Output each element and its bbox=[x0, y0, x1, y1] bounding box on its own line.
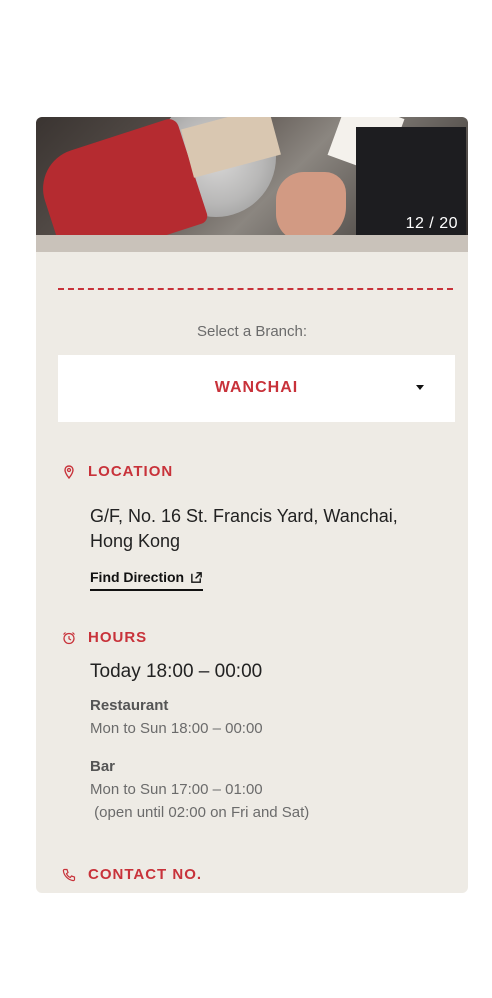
branch-card: 12 / 20 Select a Branch: WANCHAI LOCATIO… bbox=[36, 117, 468, 893]
branch-dropdown[interactable]: WANCHAI bbox=[58, 355, 455, 422]
address-line-1: G/F, No. 16 St. Francis Yard, Wanchai, bbox=[90, 506, 398, 526]
bar-note: (open until 02:00 on Fri and Sat) bbox=[90, 804, 310, 821]
photo-hand bbox=[276, 172, 346, 242]
photo-shirt bbox=[356, 127, 466, 252]
location-heading: LOCATION bbox=[62, 463, 173, 480]
address-line-2: Hong Kong bbox=[90, 531, 181, 551]
find-direction-link[interactable]: Find Direction bbox=[90, 569, 204, 591]
caret-down-icon bbox=[416, 385, 424, 390]
bar-hours: Mon to Sun 17:00 – 01:00 bbox=[90, 781, 263, 798]
contact-heading-text: CONTACT NO. bbox=[88, 866, 203, 883]
hours-heading-text: HOURS bbox=[88, 629, 148, 646]
branch-selected-value: WANCHAI bbox=[214, 379, 299, 396]
location-heading-text: LOCATION bbox=[88, 463, 174, 480]
phone-icon bbox=[62, 868, 76, 881]
branch-select-label: Select a Branch: bbox=[196, 323, 308, 340]
find-direction-label: Find Direction bbox=[90, 569, 185, 585]
restaurant-hours: Mon to Sun 18:00 – 00:00 bbox=[90, 720, 263, 737]
dotted-divider bbox=[58, 288, 453, 290]
restaurant-title: Restaurant bbox=[90, 697, 169, 714]
gallery-counter: 12 / 20 bbox=[405, 215, 458, 232]
gallery-photo[interactable]: 12 / 20 bbox=[36, 117, 468, 252]
photo-board bbox=[36, 235, 468, 252]
address: G/F, No. 16 St. Francis Yard, Wanchai, H… bbox=[90, 504, 430, 554]
alarm-clock-icon bbox=[63, 631, 75, 644]
contact-heading: CONTACT NO. bbox=[62, 866, 202, 883]
hours-heading: HOURS bbox=[62, 629, 147, 646]
bar-title: Bar bbox=[90, 758, 116, 775]
map-pin-icon bbox=[64, 464, 74, 479]
today-hours: Today 18:00 – 00:00 bbox=[90, 661, 263, 682]
external-link-icon bbox=[191, 571, 202, 583]
